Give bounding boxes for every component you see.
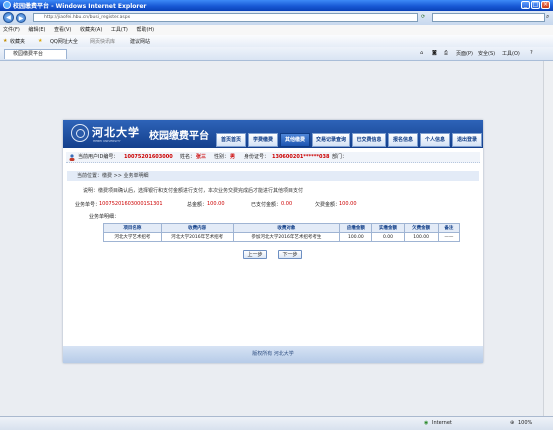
- breadcrumb: 当前位置：缴费 >> 业务单明细: [67, 171, 479, 181]
- page-menu[interactable]: 页面(P): [456, 50, 473, 57]
- feeds-icon[interactable]: ◙: [432, 50, 437, 56]
- cell-owed: 100.00: [403, 232, 439, 242]
- print-icon[interactable]: ⎙: [444, 50, 448, 56]
- user-name-label: 姓名：: [180, 154, 196, 160]
- internet-zone-icon: ◉: [424, 420, 429, 426]
- next-step-button[interactable]: 下一步: [278, 250, 302, 259]
- zoom-level[interactable]: 100%: [518, 420, 532, 426]
- status-bar: ◉ Internet ⊕ 100%: [0, 416, 553, 430]
- minimize-button[interactable]: _: [521, 1, 530, 9]
- university-logo-text: 河北大学: [92, 126, 140, 139]
- col-target: 收费对象: [232, 223, 341, 233]
- user-id-value: 10075201603000: [124, 154, 173, 160]
- nav-personal[interactable]: 个人信息: [420, 133, 450, 147]
- refresh-icon[interactable]: ⟳: [421, 14, 425, 20]
- back-button[interactable]: ◀: [3, 12, 14, 23]
- user-icon: [69, 154, 75, 161]
- close-button[interactable]: ×: [541, 1, 550, 9]
- owed-amount-label: 欠费金额：: [315, 202, 341, 208]
- search-input[interactable]: [432, 13, 545, 22]
- menu-edit[interactable]: 编辑(E): [28, 27, 45, 33]
- portal-footer: 版权所有 河北大学: [63, 346, 483, 363]
- university-logo-en: HEBEI UNIVERSITY: [93, 139, 121, 143]
- nav-paid-info[interactable]: 已交费信息: [352, 133, 386, 147]
- detail-label: 业务单明细：: [89, 214, 120, 220]
- help-menu[interactable]: ?: [530, 50, 533, 56]
- total-amount-label: 总金额：: [187, 202, 208, 208]
- order-number-value: 100752016030001S1301: [99, 201, 163, 207]
- prev-step-button[interactable]: 上一步: [243, 250, 267, 259]
- order-number-label: 业务单号：: [75, 202, 101, 208]
- portal-container: 河北大学 HEBEI UNIVERSITY 校园缴费平台 首页首页 学费缴费 其…: [63, 120, 483, 363]
- url-input[interactable]: http://jiaofei.hbu.cn/busi_register.aspx: [33, 13, 418, 22]
- nav-home[interactable]: 首页首页: [216, 133, 246, 147]
- window-title-bar: 校园缴费平台 - Windows Internet Explorer _ □ ×: [0, 0, 553, 11]
- col-due: 应缴金额: [339, 223, 373, 233]
- col-content: 收费内容: [160, 223, 234, 233]
- favorite-link-qq[interactable]: QQ网址大全: [50, 38, 78, 45]
- search-icon[interactable]: ⌕: [546, 13, 549, 21]
- menu-favorites[interactable]: 收藏夹(A): [80, 27, 102, 33]
- cell-content: 河北大学2016年艺术招考: [160, 232, 234, 242]
- nav-registration[interactable]: 报名信息: [388, 133, 418, 147]
- portal-banner: 河北大学 HEBEI UNIVERSITY 校园缴费平台 首页首页 学费缴费 其…: [63, 120, 483, 148]
- address-bar: ◀ ▶ http://jiaofei.hbu.cn/busi_register.…: [0, 11, 553, 25]
- fee-items-table: 项目名称 收费内容 收费对象 应缴金额 实缴金额 欠费金额 备注 河北大学艺术招…: [103, 223, 461, 242]
- forward-button[interactable]: ▶: [16, 13, 26, 23]
- paid-amount-value: 0.00: [281, 201, 293, 207]
- tab-label: 校园缴费平台: [13, 51, 44, 57]
- paid-amount-label: 已支付金额：: [251, 202, 282, 208]
- tab-bar: 校园缴费平台 ⌂ ◙ ⎙ 页面(P) 安全(S) 工具(O) ?: [0, 47, 553, 61]
- menu-file[interactable]: 文件(F): [3, 27, 20, 33]
- user-gender-value: 男: [230, 154, 236, 160]
- table-row: 河北大学艺术招考 河北大学2016年艺术招考 参加河北大学2016年艺术招考考生…: [103, 232, 461, 242]
- user-dept-label: 部门：: [332, 154, 348, 160]
- ie-logo-icon: [3, 1, 11, 9]
- vertical-scrollbar[interactable]: [543, 61, 553, 416]
- favorite-link-suggested[interactable]: 建议网站: [130, 38, 150, 45]
- window-title: 校园缴费平台 - Windows Internet Explorer: [13, 3, 147, 10]
- user-idcard-value: 130600201******038: [272, 154, 330, 160]
- nav-logout[interactable]: 退出登录: [452, 133, 482, 147]
- nav-transactions[interactable]: 交易记录查询: [312, 133, 350, 147]
- col-owed: 欠费金额: [403, 223, 439, 233]
- cell-remark: ——: [437, 232, 461, 242]
- cell-due: 100.00: [339, 232, 373, 242]
- nav-tuition[interactable]: 学费缴费: [248, 133, 278, 147]
- favorites-star-icon: ★: [3, 38, 8, 44]
- nav-other-fees[interactable]: 其他缴费: [280, 133, 310, 147]
- user-info-bar: 当前用户ID编号： 10075201603000 姓名： 张三 性别： 男 身份…: [66, 152, 480, 163]
- user-idcard-label: 身份证号：: [244, 154, 270, 160]
- total-amount-value: 100.00: [207, 201, 225, 207]
- payment-note: 说明：缴费项目确认后，选择银行和支付金额进行支付，本次业务交费完成后才能进行其他…: [83, 188, 304, 194]
- security-zone: Internet: [432, 420, 452, 426]
- user-gender-label: 性别：: [214, 154, 230, 160]
- owed-amount-value: 100.00: [339, 201, 357, 207]
- col-item-name: 项目名称: [103, 223, 162, 233]
- menu-tools[interactable]: 工具(T): [111, 27, 128, 33]
- table-header-row: 项目名称 收费内容 收费对象 应缴金额 实缴金额 欠费金额 备注: [103, 223, 461, 233]
- user-name-value: 张三: [196, 154, 207, 160]
- university-seal-icon: [71, 124, 89, 142]
- home-icon[interactable]: ⌂: [420, 50, 423, 56]
- menu-view[interactable]: 查看(V): [54, 27, 71, 33]
- tools-menu[interactable]: 工具(O): [502, 50, 520, 57]
- menu-help[interactable]: 帮助(H): [136, 27, 154, 33]
- col-paid: 实缴金额: [371, 223, 405, 233]
- cell-item-name: 河北大学艺术招考: [103, 232, 162, 242]
- maximize-button[interactable]: □: [531, 1, 540, 9]
- user-id-label: 当前用户ID编号：: [78, 154, 119, 160]
- cell-paid: 0.00: [371, 232, 405, 242]
- safety-menu[interactable]: 安全(S): [478, 50, 495, 57]
- favorites-button[interactable]: 收藏夹: [10, 38, 25, 45]
- cell-target: 参加河北大学2016年艺术招考考生: [232, 232, 341, 242]
- site-title: 校园缴费平台: [149, 131, 209, 142]
- tab-current[interactable]: 校园缴费平台: [4, 49, 67, 59]
- zoom-icon[interactable]: ⊕: [510, 420, 514, 426]
- col-remark: 备注: [437, 223, 461, 233]
- favorite-link-webslice[interactable]: 网页快讯库: [90, 38, 115, 45]
- favorites-add-icon[interactable]: ★: [38, 38, 42, 44]
